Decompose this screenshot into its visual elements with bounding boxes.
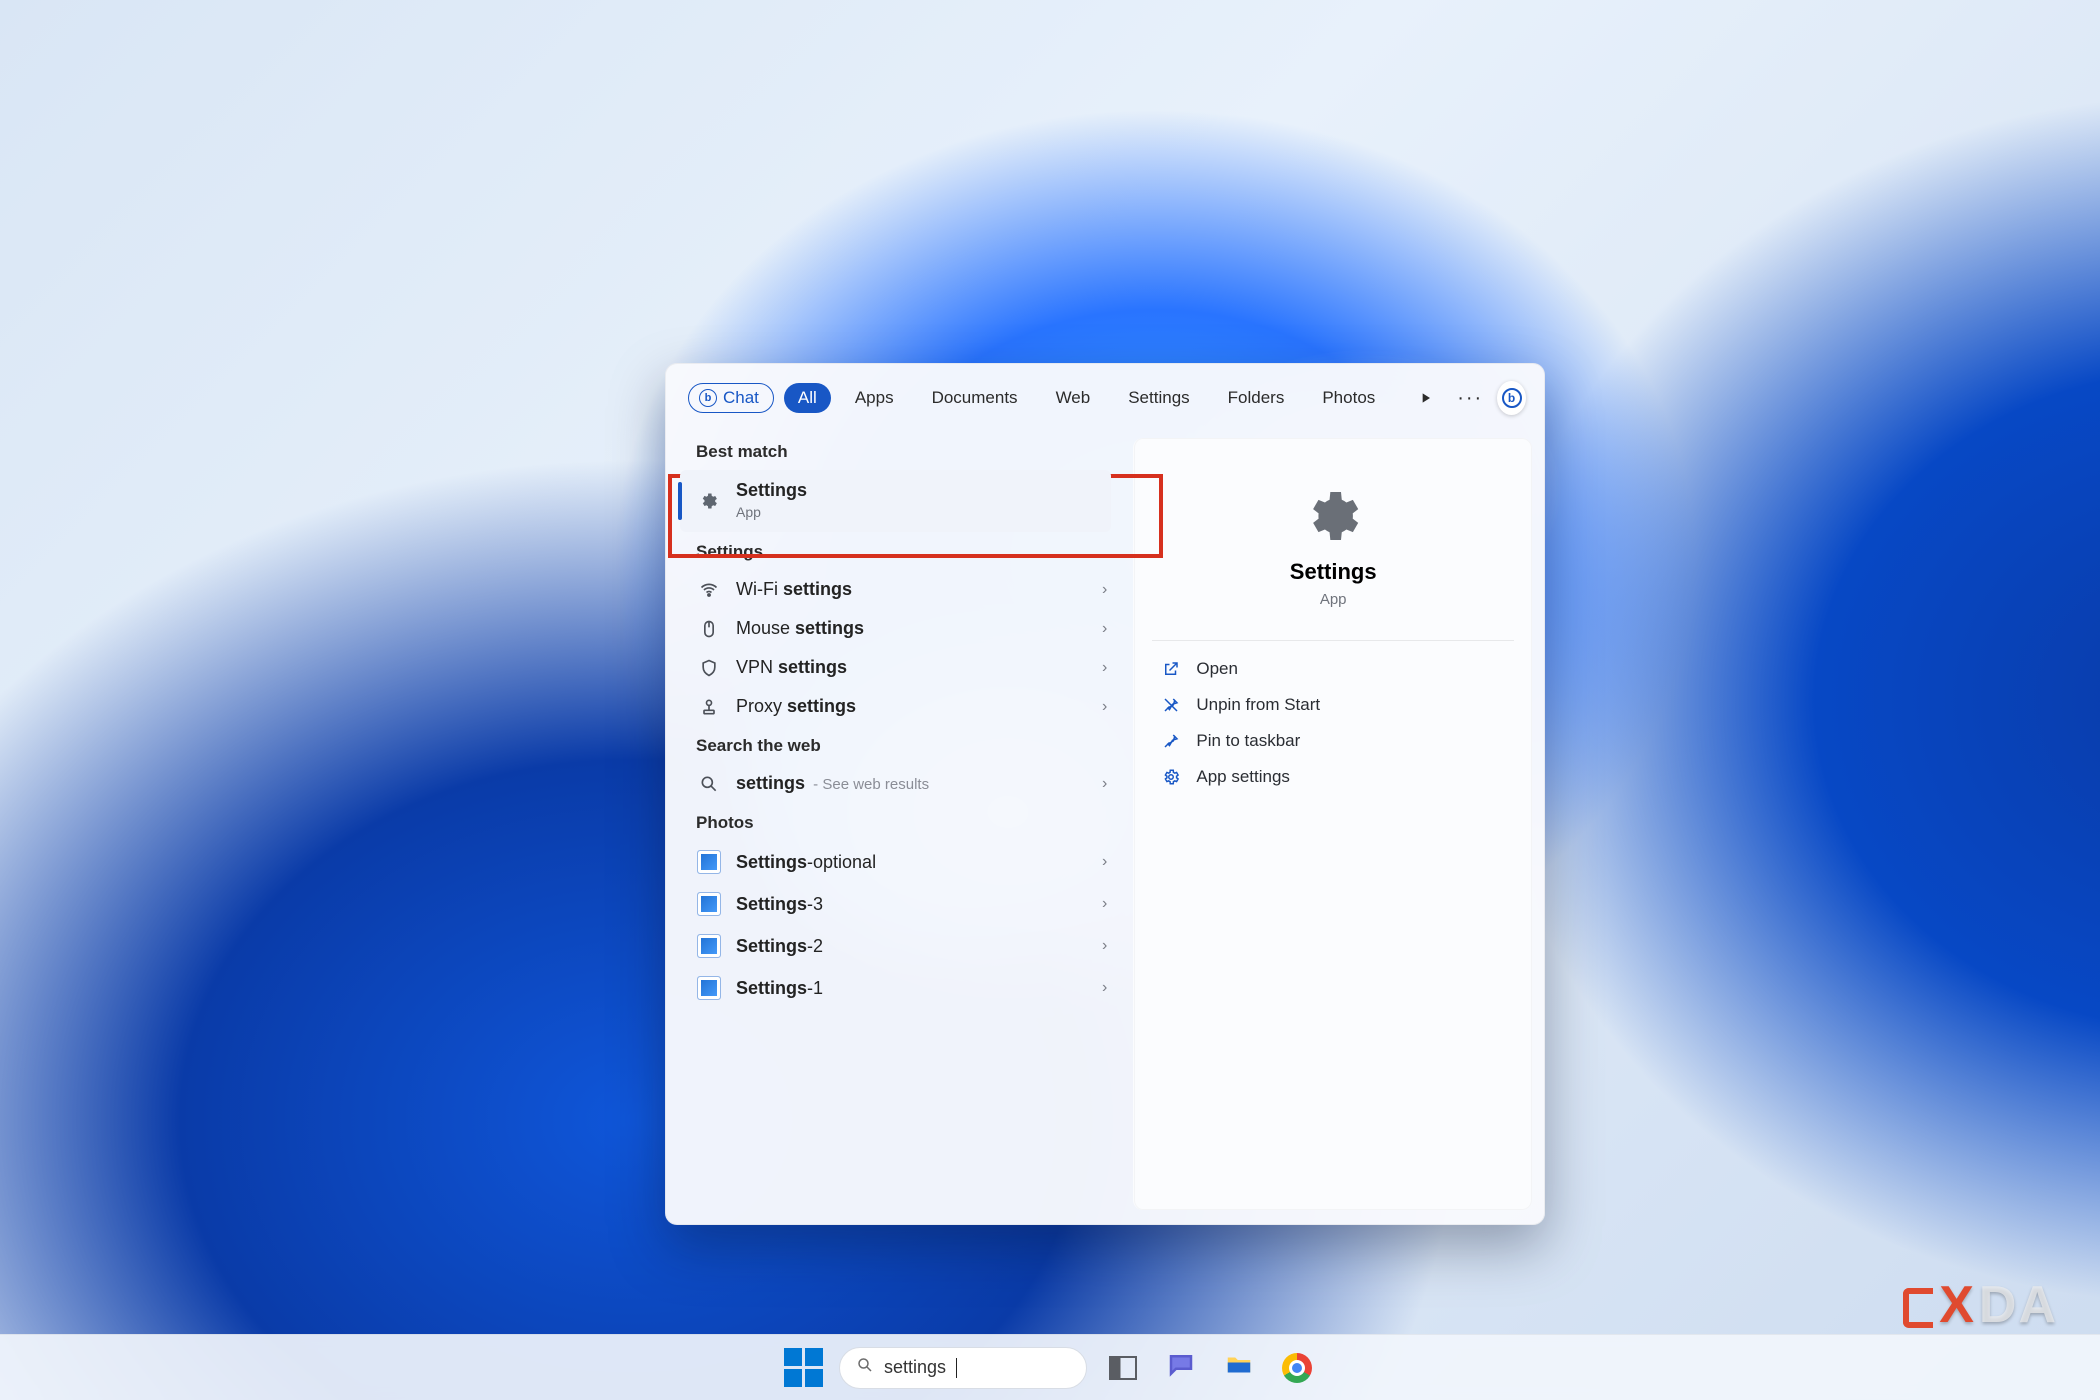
action-pin-taskbar[interactable]: Pin to taskbar xyxy=(1152,723,1514,759)
open-icon xyxy=(1160,660,1182,678)
taskbar: settings xyxy=(0,1334,2100,1400)
chevron-right-icon: › xyxy=(1102,853,1113,871)
section-best-match: Best match xyxy=(666,432,1133,470)
result-wifi-settings[interactable]: Wi-Fi settings › xyxy=(666,570,1133,609)
chevron-right-icon: › xyxy=(1102,659,1113,677)
details-title: Settings xyxy=(1290,559,1377,585)
details-subtitle: App xyxy=(1320,591,1347,608)
gear-icon xyxy=(1301,484,1365,553)
photo-thumb-icon xyxy=(696,934,722,958)
wifi-icon xyxy=(696,580,722,600)
task-view-icon xyxy=(1109,1356,1137,1380)
taskbar-search-text: settings xyxy=(884,1357,946,1378)
start-button[interactable] xyxy=(781,1346,825,1390)
gear-icon xyxy=(696,491,722,511)
result-proxy-settings[interactable]: Proxy settings › xyxy=(666,687,1133,726)
filter-all[interactable]: All xyxy=(784,383,831,413)
filter-settings[interactable]: Settings xyxy=(1114,383,1203,413)
chevron-right-icon: › xyxy=(1102,581,1113,599)
filter-documents[interactable]: Documents xyxy=(918,383,1032,413)
photo-thumb-icon xyxy=(696,976,722,1000)
chevron-right-icon: › xyxy=(1102,620,1113,638)
text-cursor xyxy=(956,1358,957,1378)
filter-photos[interactable]: Photos xyxy=(1308,383,1389,413)
details-pane: Settings App Open Unpin from Start xyxy=(1133,438,1532,1210)
section-photos: Photos xyxy=(666,803,1133,841)
chevron-right-icon: › xyxy=(1102,775,1113,793)
chevron-right-icon: › xyxy=(1102,698,1113,716)
result-best-match-settings[interactable]: Settings App xyxy=(680,470,1111,532)
result-subtitle: App xyxy=(736,504,761,520)
play-icon[interactable] xyxy=(1409,378,1443,418)
bing-badge-icon[interactable]: b xyxy=(1497,381,1526,415)
result-photo-0[interactable]: Settings-optional › xyxy=(666,841,1133,883)
chevron-right-icon: › xyxy=(1102,895,1113,913)
action-open[interactable]: Open xyxy=(1152,651,1514,687)
pin-icon xyxy=(1160,732,1182,750)
search-flyout: b Chat All Apps Documents Web Settings F… xyxy=(665,363,1545,1225)
action-app-settings[interactable]: App settings xyxy=(1152,759,1514,795)
filter-web[interactable]: Web xyxy=(1042,383,1105,413)
chevron-right-icon: › xyxy=(1102,979,1113,997)
result-title: Settings xyxy=(736,480,807,501)
taskbar-chat[interactable] xyxy=(1159,1346,1203,1390)
more-icon[interactable]: ··· xyxy=(1453,378,1487,418)
taskbar-explorer[interactable] xyxy=(1217,1346,1261,1390)
photo-thumb-icon xyxy=(696,892,722,916)
action-unpin-start[interactable]: Unpin from Start xyxy=(1152,687,1514,723)
task-view-button[interactable] xyxy=(1101,1346,1145,1390)
gear-icon xyxy=(1160,768,1182,786)
chevron-right-icon: › xyxy=(1102,937,1113,955)
shield-icon xyxy=(696,658,722,678)
photo-thumb-icon xyxy=(696,850,722,874)
taskbar-chrome[interactable] xyxy=(1275,1346,1319,1390)
filter-chat[interactable]: b Chat xyxy=(688,383,774,413)
windows-logo-icon xyxy=(784,1348,823,1387)
chrome-icon xyxy=(1282,1353,1312,1383)
unpin-icon xyxy=(1160,696,1182,714)
taskbar-search[interactable]: settings xyxy=(839,1347,1087,1389)
proxy-icon xyxy=(696,697,722,717)
result-search-web[interactable]: settings - See web results › xyxy=(666,764,1133,803)
section-search-web: Search the web xyxy=(666,726,1133,764)
result-vpn-settings[interactable]: VPN settings › xyxy=(666,648,1133,687)
search-icon xyxy=(696,774,722,794)
filter-folders[interactable]: Folders xyxy=(1214,383,1299,413)
section-settings: Settings xyxy=(666,532,1133,570)
results-pane: Best match Settings App Settings Wi-Fi s… xyxy=(666,426,1133,1224)
mouse-icon xyxy=(696,619,722,639)
result-photo-1[interactable]: Settings-3 › xyxy=(666,883,1133,925)
search-icon xyxy=(856,1356,874,1379)
chat-icon xyxy=(1166,1350,1196,1385)
search-filter-row: b Chat All Apps Documents Web Settings F… xyxy=(666,364,1544,426)
filter-apps[interactable]: Apps xyxy=(841,383,908,413)
result-mouse-settings[interactable]: Mouse settings › xyxy=(666,609,1133,648)
watermark-logo: XXDADA xyxy=(1903,1275,2058,1335)
bing-icon: b xyxy=(699,389,717,407)
divider xyxy=(1152,640,1514,641)
folder-icon xyxy=(1224,1350,1254,1385)
result-photo-3[interactable]: Settings-1 › xyxy=(666,967,1133,1009)
result-photo-2[interactable]: Settings-2 › xyxy=(666,925,1133,967)
